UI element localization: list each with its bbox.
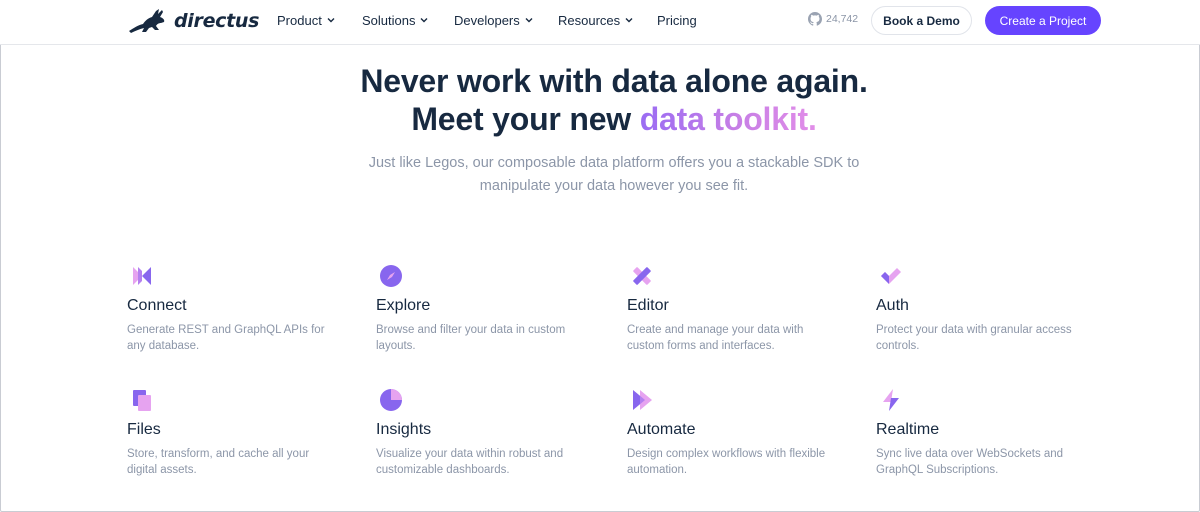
feature-description: Browse and filter your data in custom la…	[376, 322, 601, 354]
github-stars-count: 24,742	[826, 13, 859, 25]
nav-product-label: Product	[277, 12, 322, 28]
feature-desc-line: customizable dashboards.	[376, 464, 510, 476]
feature-title: Connect	[127, 297, 187, 314]
feature-desc-line: Store, transform, and cache all your	[127, 448, 310, 460]
rabbit-logo-icon	[129, 9, 165, 33]
nav-solutions[interactable]: Solutions	[362, 0, 429, 40]
feature-desc-line: GraphQL Subscriptions.	[876, 464, 999, 476]
hero-heading-highlight: data toolkit.	[639, 101, 817, 137]
feature-desc-line: Visualize your data within robust and	[376, 448, 564, 460]
feature-desc-line: custom forms and interfaces.	[627, 340, 775, 352]
feature-description: Generate REST and GraphQL APIs for any d…	[127, 322, 352, 354]
feature-desc-line: controls.	[876, 340, 920, 352]
feature-title: Explore	[376, 297, 431, 314]
feature-title: Editor	[627, 297, 669, 314]
hero-heading-line1: Never work with data alone again.	[360, 63, 868, 99]
nav-solutions-label: Solutions	[362, 12, 416, 28]
feature-title: Realtime	[876, 421, 940, 438]
feature-title: Automate	[627, 421, 696, 438]
feature-description: Sync live data over WebSockets and Graph…	[876, 446, 1101, 478]
explore-icon	[380, 265, 402, 287]
top-navbar: directus Product Solutions Developers Re…	[0, 0, 1200, 45]
feature-title: Auth	[876, 297, 909, 314]
realtime-icon	[883, 389, 899, 411]
feature-title: Insights	[376, 421, 432, 438]
hero-subtitle-line1: Just like Legos, our composable data pla…	[368, 155, 860, 171]
nav-pricing[interactable]: Pricing	[657, 0, 697, 40]
nav-pricing-label: Pricing	[657, 12, 697, 28]
github-icon	[808, 12, 822, 26]
hero-subtitle-line2: manipulate your data however you see fit…	[479, 178, 749, 194]
feature-description: Protect your data with granular access c…	[876, 322, 1101, 354]
brand-name: directus	[174, 10, 260, 32]
feature-desc-line: Sync live data over WebSockets and	[876, 448, 1064, 460]
feature-desc-line: any database.	[127, 340, 200, 352]
feature-desc-line: Browse and filter your data in custom	[376, 324, 566, 336]
feature-desc-line: Create and manage your data with	[627, 324, 804, 336]
editor-icon	[633, 267, 651, 285]
book-demo-button[interactable]: Book a Demo	[871, 6, 972, 35]
create-project-button[interactable]: Create a Project	[985, 6, 1101, 35]
nav-developers[interactable]: Developers	[454, 0, 534, 40]
feature-description: Visualize your data within robust and cu…	[376, 446, 601, 478]
brand-logo[interactable]: directus	[126, 6, 259, 36]
auth-icon	[881, 268, 901, 284]
feature-desc-line: layouts.	[376, 340, 416, 352]
files-icon	[133, 390, 151, 411]
nav-resources-label: Resources	[558, 12, 621, 28]
chevron-down-icon	[327, 18, 335, 23]
feature-desc-line: digital assets.	[127, 464, 197, 476]
nav-product[interactable]: Product	[277, 0, 336, 40]
feature-desc-line: automation.	[627, 464, 688, 476]
feature-description: Create and manage your data with custom …	[627, 322, 852, 354]
connect-icon	[133, 267, 151, 285]
nav-developers-label: Developers	[454, 12, 520, 28]
hero-heading-prefix: Meet your new	[411, 101, 631, 137]
nav-resources[interactable]: Resources	[558, 0, 634, 40]
feature-desc-line: Generate REST and GraphQL APIs for	[127, 324, 325, 336]
github-stars-link[interactable]: 24,742	[808, 12, 858, 26]
feature-title: Files	[127, 421, 161, 438]
automate-icon	[633, 390, 652, 410]
chevron-down-icon	[625, 18, 633, 23]
feature-desc-line: Protect your data with granular access	[876, 324, 1072, 336]
feature-desc-line: Design complex workflows with flexible	[627, 448, 826, 460]
chevron-down-icon	[420, 18, 428, 23]
hero-heading-line2: Meet your new data toolkit.	[0, 101, 1200, 138]
feature-description: Design complex workflows with flexible a…	[627, 446, 852, 478]
feature-description: Store, transform, and cache all your dig…	[127, 446, 352, 478]
chevron-down-icon	[525, 18, 533, 23]
insights-icon	[380, 389, 402, 411]
